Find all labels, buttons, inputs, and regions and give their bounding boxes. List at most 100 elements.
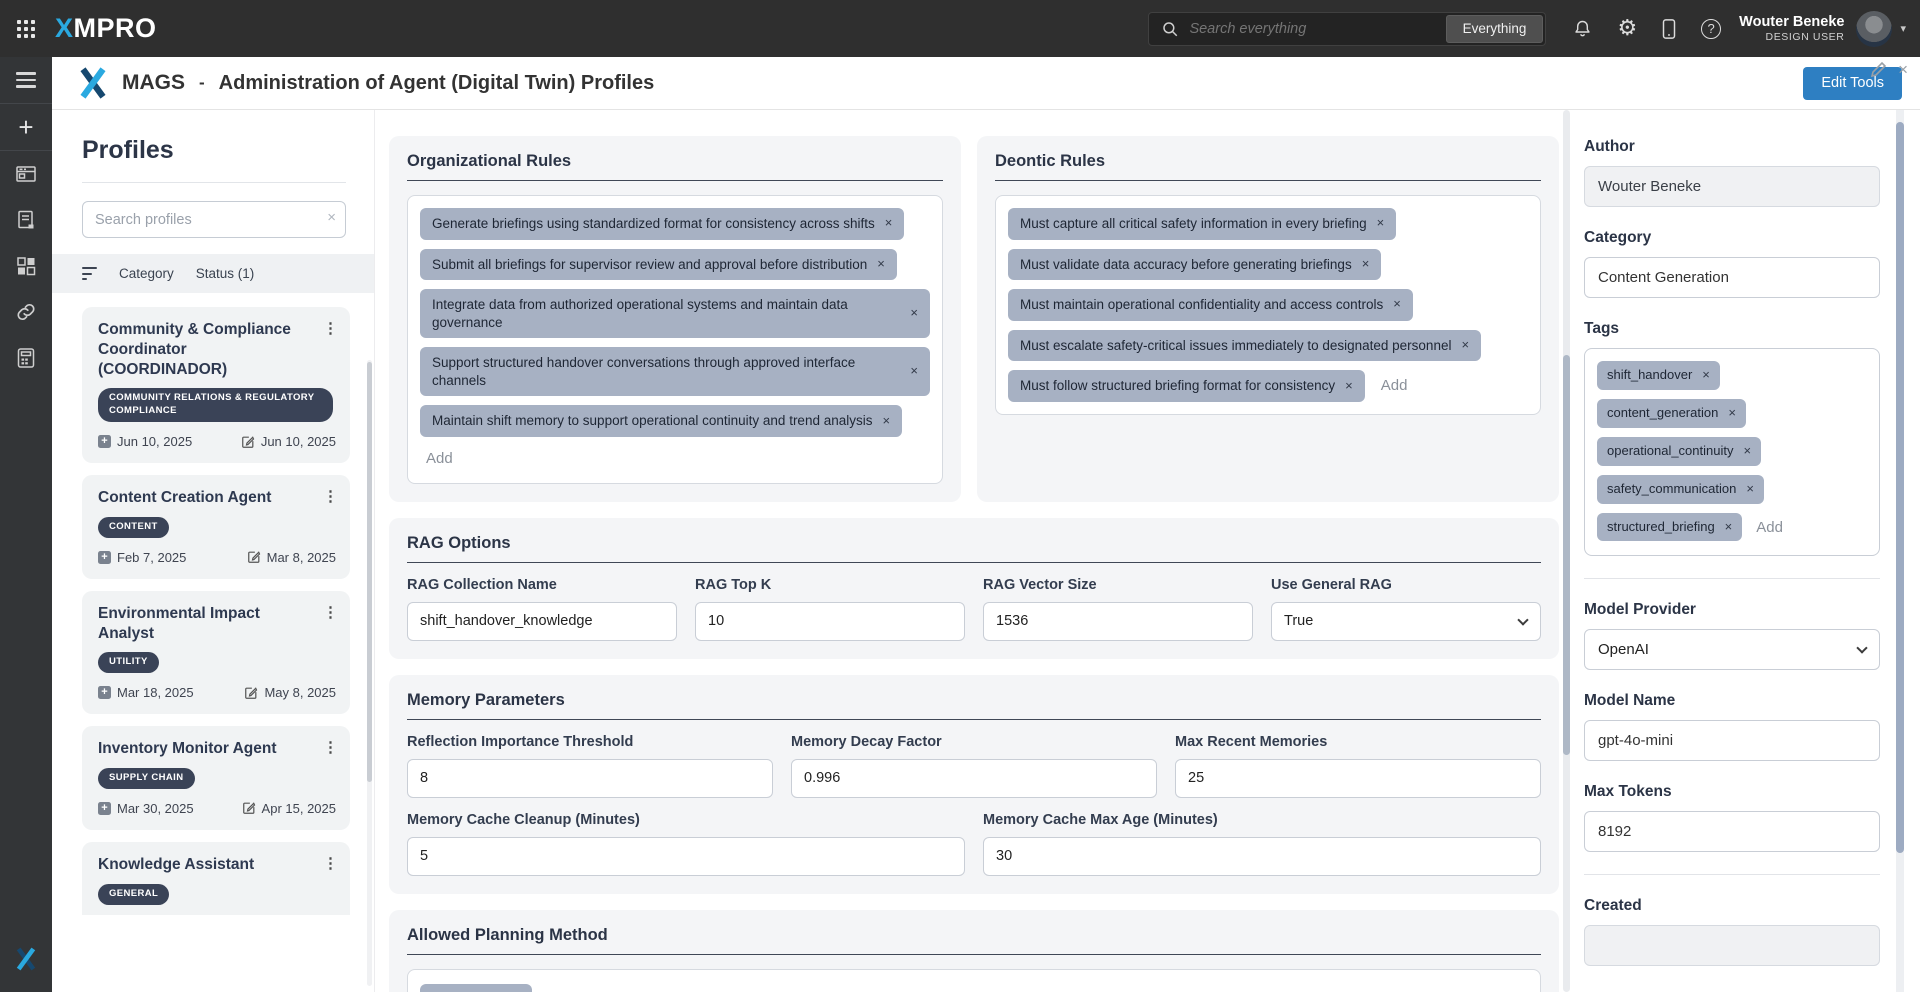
profile-category-badge: CONTENT (98, 517, 169, 538)
model-provider-select[interactable]: OpenAI (1584, 629, 1880, 670)
max-tokens-label: Max Tokens (1584, 783, 1884, 801)
sidebar-item-data-streams[interactable] (0, 197, 52, 243)
profile-card[interactable]: Content Creation Agent ⋮ CONTENT +Feb 7,… (82, 475, 350, 579)
created-date: +Feb 7, 2025 (98, 550, 186, 565)
close-icon[interactable]: × (1898, 60, 1908, 85)
memory-cache-cleanup-label: Memory Cache Cleanup (Minutes) (407, 812, 965, 828)
search-profiles-input[interactable] (82, 201, 346, 238)
notifications-bell-icon[interactable] (1572, 18, 1593, 39)
rag-collection-name-input[interactable] (407, 602, 677, 641)
remove-rule-icon[interactable]: × (910, 363, 918, 380)
max-recent-memories-input[interactable] (1175, 759, 1541, 798)
sidebar-add-button[interactable]: + (0, 104, 52, 150)
add-deontic-rule[interactable]: Add (1375, 373, 1414, 398)
card-kebab-menu-icon[interactable]: ⋮ (323, 738, 338, 756)
author-input[interactable] (1584, 166, 1880, 207)
remove-rule-icon[interactable]: × (877, 256, 885, 273)
rag-vector-size-input[interactable] (983, 602, 1253, 641)
edit-pencil-icon[interactable] (1868, 60, 1888, 85)
rag-top-k-label: RAG Top K (695, 577, 965, 593)
filter-status[interactable]: Status (1) (196, 266, 255, 281)
apps-grid-icon[interactable] (17, 20, 35, 38)
tags-label: Tags (1584, 320, 1884, 338)
search-scope-button[interactable]: Everything (1446, 15, 1544, 43)
settings-gear-icon[interactable]: ⚙ (1617, 18, 1637, 40)
tag: structured_briefing× (1597, 513, 1742, 542)
deontic-rules-title: Deontic Rules (995, 152, 1541, 171)
remove-rule-icon[interactable]: × (1377, 215, 1385, 232)
card-kebab-menu-icon[interactable]: ⋮ (323, 487, 338, 505)
profile-name: Inventory Monitor Agent (98, 739, 336, 759)
profile-card[interactable]: Knowledge Assistant ⋮ GENERAL +Mar 6, 20… (82, 842, 350, 915)
rag-top-k-input[interactable] (695, 602, 965, 641)
profiles-list-scrollbar-thumb[interactable] (367, 362, 372, 782)
card-kebab-menu-icon[interactable]: ⋮ (323, 319, 338, 337)
remove-tag-icon[interactable]: × (1725, 519, 1733, 536)
remove-rule-icon[interactable]: × (1461, 337, 1469, 354)
clear-search-icon[interactable]: × (327, 209, 336, 226)
sidebar-item-app-designer[interactable] (0, 243, 52, 289)
category-input[interactable] (1584, 257, 1880, 298)
remove-rule-icon[interactable]: × (885, 215, 893, 232)
mobile-device-icon[interactable] (1661, 18, 1677, 40)
help-icon[interactable]: ? (1701, 19, 1721, 39)
remove-rule-icon[interactable]: × (1345, 378, 1353, 395)
user-menu[interactable]: Wouter Beneke DESIGN USER (1739, 14, 1844, 43)
rag-collection-name-label: RAG Collection Name (407, 577, 677, 593)
remove-tag-icon[interactable]: × (1743, 443, 1751, 460)
link-icon (14, 300, 38, 324)
modified-pencil-icon (244, 686, 258, 700)
rule-tag: Support structured handover conversation… (420, 347, 930, 396)
remove-tag-icon[interactable]: × (1728, 405, 1736, 422)
user-avatar[interactable] (1856, 11, 1892, 47)
page-title: Administration of Agent (Digital Twin) P… (219, 72, 655, 95)
profile-details-panel: Author Category Tags shift_handover× con… (1584, 110, 1884, 992)
sidebar-item-recommendations[interactable] (0, 335, 52, 381)
details-panel-scrollbar-thumb[interactable] (1896, 122, 1904, 853)
reflection-threshold-input[interactable] (407, 759, 773, 798)
created-input[interactable] (1584, 925, 1880, 966)
max-tokens-input[interactable] (1584, 811, 1880, 852)
remove-tag-icon[interactable]: × (1702, 367, 1710, 384)
add-tag[interactable]: Add (1750, 515, 1789, 540)
icon-sidebar: + (0, 57, 52, 992)
filter-icon[interactable] (82, 267, 97, 280)
title-dash: - (199, 73, 205, 93)
main-content-scrollbar[interactable] (1563, 110, 1570, 992)
tag: content_generation× (1597, 399, 1746, 428)
profile-card[interactable]: Community & Compliance Coordinator (COOR… (82, 307, 350, 463)
user-menu-caret-icon[interactable]: ▾ (1900, 22, 1906, 35)
xmpro-logo[interactable]: XMPRO (55, 13, 157, 44)
x-logo-icon (15, 947, 37, 971)
sidebar-item-dashboards[interactable] (0, 151, 52, 197)
sidebar-menu-toggle[interactable] (0, 57, 52, 103)
remove-rule-icon[interactable]: × (1362, 256, 1370, 273)
remove-rule-icon[interactable]: × (882, 413, 890, 430)
use-general-rag-select[interactable]: True (1271, 602, 1541, 641)
profile-name: Content Creation Agent (98, 488, 336, 508)
profiles-list-scrollbar[interactable] (367, 360, 372, 986)
memory-decay-factor-input[interactable] (791, 759, 1157, 798)
profile-card[interactable]: Environmental Impact Analyst ⋮ UTILITY +… (82, 591, 350, 714)
memory-cache-max-age-input[interactable] (983, 837, 1541, 876)
dashboard-window-icon (14, 162, 38, 186)
remove-rule-icon[interactable]: × (1393, 296, 1401, 313)
modified-pencil-icon (242, 801, 256, 815)
profile-card[interactable]: Inventory Monitor Agent ⋮ SUPPLY CHAIN +… (82, 726, 350, 830)
card-kebab-menu-icon[interactable]: ⋮ (323, 854, 338, 872)
card-kebab-menu-icon[interactable]: ⋮ (323, 603, 338, 621)
filter-category[interactable]: Category (119, 266, 174, 281)
search-icon (1161, 20, 1179, 38)
profile-editor-main: Organizational Rules Generate briefings … (385, 110, 1559, 992)
created-date: +Jun 10, 2025 (98, 434, 192, 449)
add-organizational-rule[interactable]: Add (420, 446, 459, 471)
main-content-scrollbar-thumb[interactable] (1563, 355, 1570, 755)
memory-cache-cleanup-input[interactable] (407, 837, 965, 876)
global-search-input[interactable] (1189, 21, 1443, 37)
add-planning-method[interactable]: Add (542, 986, 581, 992)
details-panel-scrollbar[interactable] (1896, 110, 1904, 992)
sidebar-item-integrations[interactable] (0, 289, 52, 335)
remove-rule-icon[interactable]: × (910, 305, 918, 322)
remove-tag-icon[interactable]: × (1746, 481, 1754, 498)
model-name-input[interactable] (1584, 720, 1880, 761)
